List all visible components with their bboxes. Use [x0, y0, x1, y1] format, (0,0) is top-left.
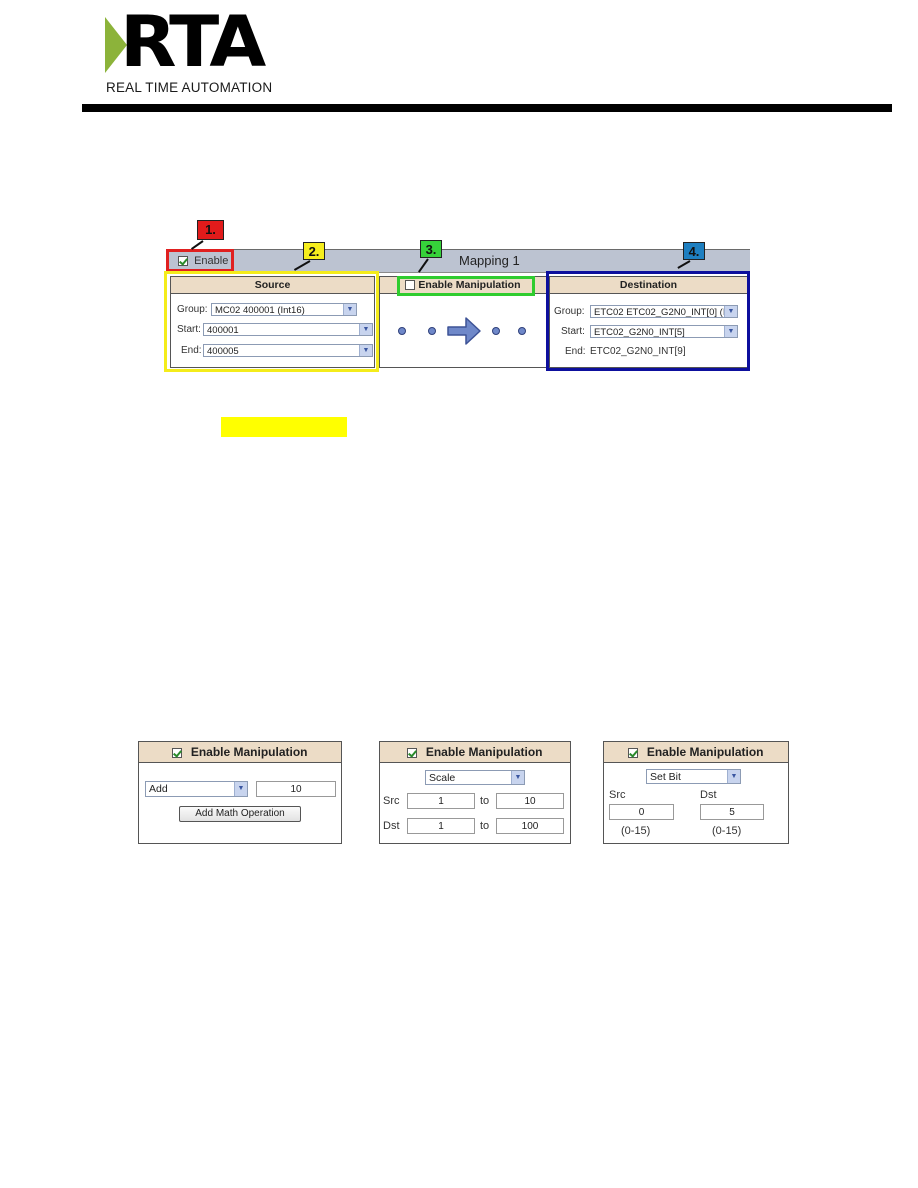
setbit-dst-range: (0-15): [712, 825, 742, 837]
example-scale-heading-label: Enable Manipulation: [425, 745, 543, 759]
callout-frame-1: [166, 249, 234, 272]
manipulation-example-scale: Enable Manipulation Scale ▼ Src 1 to 10 …: [379, 741, 571, 844]
scale-operation-value: Scale: [429, 772, 456, 784]
callout-label-4: 4.: [683, 242, 705, 260]
callout-frame-3: [397, 276, 535, 296]
callout-frame-4: [546, 271, 750, 371]
mapping-title: Mapping 1: [459, 253, 520, 268]
add-math-operation-button[interactable]: Add Math Operation: [179, 806, 301, 822]
right-arrow-icon: [447, 317, 481, 345]
scale-operation-select[interactable]: Scale ▼: [425, 770, 525, 785]
example-scale-heading[interactable]: Enable Manipulation: [380, 742, 570, 763]
manipulation-example-add: Enable Manipulation Add ▼ 10 Add Math Op…: [138, 741, 342, 844]
logo-wordmark: RTA: [120, 1, 266, 83]
flow-dot: [492, 327, 500, 335]
chevron-down-icon[interactable]: ▼: [727, 770, 740, 783]
example-add-heading[interactable]: Enable Manipulation: [139, 742, 341, 763]
manipulation-example-setbit: Enable Manipulation Set Bit ▼ Src Dst 0 …: [603, 741, 789, 844]
scale-src-to-label: to: [480, 795, 490, 807]
flow-dot: [518, 327, 526, 335]
checkbox-checked-icon[interactable]: [407, 747, 418, 758]
add-operation-value: Add: [149, 783, 168, 795]
callout-frame-2: [164, 271, 379, 372]
setbit-src-range: (0-15): [621, 825, 651, 837]
scale-dst-to-label: to: [480, 820, 490, 832]
example-setbit-heading[interactable]: Enable Manipulation: [604, 742, 788, 763]
flow-dot: [428, 327, 436, 335]
flow-dot: [398, 327, 406, 335]
checkbox-checked-icon[interactable]: [172, 747, 183, 758]
callout-label-3: 3.: [420, 240, 442, 258]
setbit-operation-select[interactable]: Set Bit ▼: [646, 769, 741, 784]
example-setbit-heading-label: Enable Manipulation: [646, 745, 764, 759]
setbit-operation-value: Set Bit: [650, 771, 681, 783]
checkbox-checked-icon[interactable]: [628, 747, 639, 758]
callout-label-1: 1.: [197, 220, 224, 240]
setbit-dst-input[interactable]: 5: [700, 804, 764, 820]
callout-label-2: 2.: [303, 242, 325, 260]
scale-src-to-input[interactable]: 10: [496, 793, 564, 809]
scale-dst-label: Dst: [383, 820, 400, 832]
chevron-down-icon[interactable]: ▼: [234, 782, 247, 796]
example-add-heading-label: Enable Manipulation: [190, 745, 308, 759]
text-highlight: [221, 417, 347, 437]
logo-subtitle: REAL TIME AUTOMATION: [106, 80, 273, 95]
chevron-down-icon[interactable]: ▼: [511, 771, 524, 784]
scale-src-from-input[interactable]: 1: [407, 793, 475, 809]
add-operation-select[interactable]: Add ▼: [145, 781, 248, 797]
scale-dst-to-input[interactable]: 100: [496, 818, 564, 834]
setbit-dst-label: Dst: [700, 789, 717, 801]
scale-dst-from-input[interactable]: 1: [407, 818, 475, 834]
scale-src-label: Src: [383, 795, 400, 807]
setbit-src-input[interactable]: 0: [609, 804, 674, 820]
header-divider: [82, 104, 892, 112]
add-value-input[interactable]: 10: [256, 781, 336, 797]
setbit-src-label: Src: [609, 789, 626, 801]
